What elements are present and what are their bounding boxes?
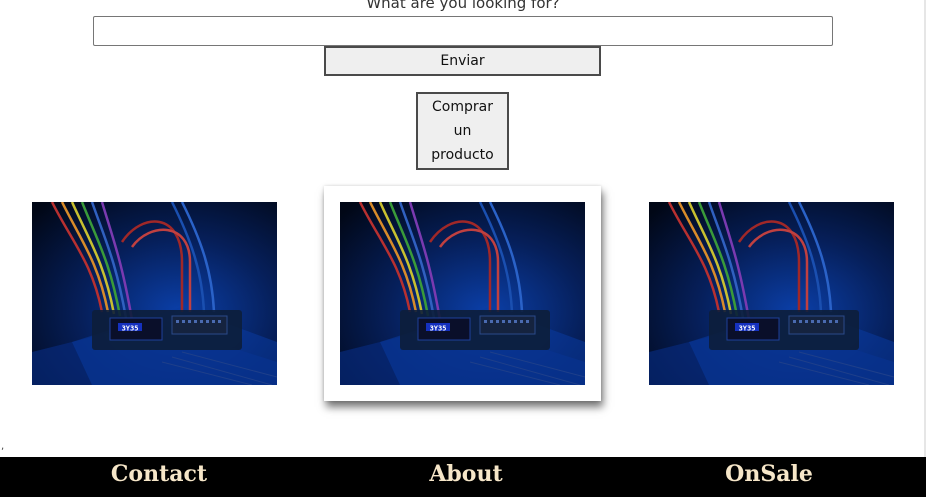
footer-link-onsale[interactable]: OnSale [725, 457, 813, 493]
electronics-photo: 3Y35 [340, 202, 585, 385]
footer-link-contact[interactable]: Contact [111, 457, 207, 493]
footer-nav: Contact About OnSale [0, 457, 926, 497]
electronics-photo: 3Y35 [649, 202, 894, 385]
buy-product-button[interactable]: Comprar un producto [416, 92, 509, 170]
svg-text:3Y35: 3Y35 [430, 325, 447, 333]
electronics-photo: 3Y35 [32, 202, 277, 385]
footer-link-about[interactable]: About [429, 457, 502, 493]
gallery-image-3[interactable]: 3Y35 [649, 202, 894, 385]
search-input[interactable] [93, 16, 833, 46]
featured-image-card[interactable]: 3Y35 [324, 186, 601, 401]
svg-text:3Y35: 3Y35 [122, 325, 139, 333]
stray-text-mark: , [1, 441, 5, 452]
send-button[interactable]: Enviar [324, 46, 601, 76]
search-label: What are you looking for? [366, 0, 560, 12]
gallery-image-1[interactable]: 3Y35 [32, 202, 277, 385]
gallery-image-2[interactable]: 3Y35 [340, 202, 585, 385]
svg-text:3Y35: 3Y35 [739, 325, 756, 333]
